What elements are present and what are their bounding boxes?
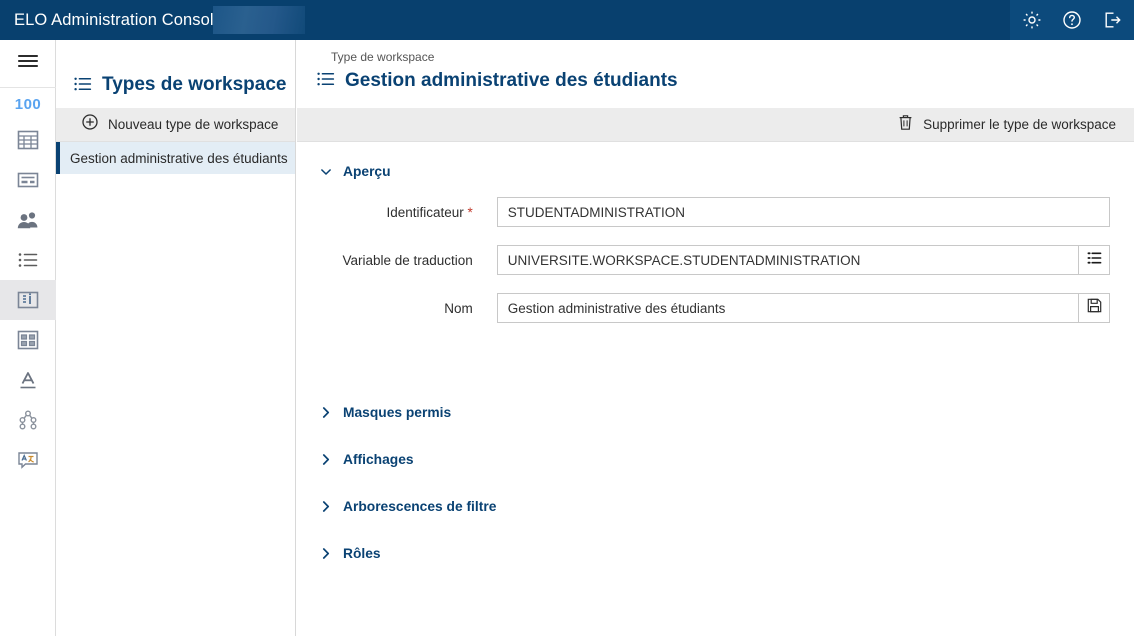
sidebar-item-users[interactable] xyxy=(0,200,56,240)
users-icon xyxy=(16,210,40,230)
workspace-types-header: Types de workspace xyxy=(56,40,295,108)
chevron-right-icon xyxy=(321,407,331,418)
sidebar-item-masks[interactable] xyxy=(0,120,56,160)
list-icon xyxy=(17,252,39,268)
section-roles-header[interactable]: Rôles xyxy=(321,530,1110,577)
field-variable-de-traduction: Variable de traduction xyxy=(321,245,1110,275)
section-masques-permis-header[interactable]: Masques permis xyxy=(321,389,1110,436)
list-item[interactable]: Gestion administrative des étudiants xyxy=(56,142,295,174)
list-icon xyxy=(317,72,335,91)
field-variable-de-traduction-label: Variable de traduction xyxy=(342,252,473,268)
field-nom-label: Nom xyxy=(444,300,473,316)
translation-icon xyxy=(17,451,39,469)
workspace-types-icon xyxy=(17,290,39,310)
chevron-right-icon xyxy=(321,548,331,559)
page-title: Gestion administrative des étudiants xyxy=(345,70,678,91)
variable-de-traduction-input[interactable] xyxy=(496,245,1079,275)
list-item-label: Gestion administrative des étudiants xyxy=(70,150,288,166)
delete-workspace-type-label: Supprimer le type de workspace xyxy=(923,117,1116,132)
sidebar-item-translations[interactable] xyxy=(0,440,56,480)
section-affichages-title: Affichages xyxy=(343,452,414,467)
detail-title-row: Gestion administrative des étudiants xyxy=(317,70,1134,92)
panel-title: Types de workspace xyxy=(102,74,287,95)
form-area: Aperçu Identificateur * Variable de trad… xyxy=(297,142,1134,577)
sidebar-item-views[interactable] xyxy=(0,320,56,360)
chevron-down-icon xyxy=(321,168,331,176)
icon-rail: 100 xyxy=(0,40,56,636)
chevron-right-icon xyxy=(321,501,331,512)
nom-input[interactable] xyxy=(496,293,1079,323)
section-arborescences-de-filtre-title: Arborescences de filtre xyxy=(343,499,497,514)
titlebar-actions xyxy=(1010,0,1134,40)
collapsed-sections: Masques permis Affichages Arborescences … xyxy=(321,389,1110,577)
detail-toolbar: Supprimer le type de workspace xyxy=(297,108,1134,142)
breadcrumb: Type de workspace xyxy=(331,50,435,64)
list-icon xyxy=(1087,251,1102,269)
section-overview-title: Aperçu xyxy=(343,164,391,179)
new-workspace-type-button[interactable]: Nouveau type de workspace xyxy=(56,108,295,142)
layout-icon xyxy=(17,330,39,350)
sidebar-item-forms[interactable] xyxy=(0,160,56,200)
redacted-region xyxy=(213,6,305,34)
section-roles-title: Rôles xyxy=(343,546,381,561)
logout-icon[interactable] xyxy=(1100,8,1124,32)
save-icon xyxy=(1087,298,1102,318)
save-name-button[interactable] xyxy=(1079,293,1110,323)
sidebar-item-workspace-types[interactable] xyxy=(0,280,56,320)
plus-circle-icon xyxy=(82,114,98,135)
list-icon xyxy=(74,77,92,96)
hamburger-icon xyxy=(17,53,39,74)
help-icon[interactable] xyxy=(1060,8,1084,32)
translation-variable-picker-button[interactable] xyxy=(1079,245,1110,275)
section-overview-header[interactable]: Aperçu xyxy=(321,164,1110,179)
field-nom: Nom xyxy=(321,293,1110,323)
text-icon xyxy=(17,370,39,390)
app-title: ELO Administration Console xyxy=(14,10,223,29)
title-bar: ELO Administration Console xyxy=(0,0,1134,40)
section-affichages-header[interactable]: Affichages xyxy=(321,436,1110,483)
field-identificateur-label: Identificateur * xyxy=(386,204,473,220)
sidebar-item-texts[interactable] xyxy=(0,360,56,400)
sidebar-item-organization[interactable] xyxy=(0,400,56,440)
workspace-types-panel: Types de workspace Nouveau type de works… xyxy=(56,40,296,636)
card-icon xyxy=(17,171,39,189)
menu-toggle-button[interactable] xyxy=(0,40,56,88)
detail-header: Type de workspace Gestion administrative… xyxy=(297,40,1134,108)
trash-icon xyxy=(898,114,913,136)
sidebar-item-keywords[interactable] xyxy=(0,240,56,280)
required-marker: * xyxy=(463,204,473,220)
chevron-right-icon xyxy=(321,454,331,465)
delete-workspace-type-button[interactable]: Supprimer le type de workspace xyxy=(898,114,1116,136)
field-identificateur: Identificateur * xyxy=(321,197,1110,227)
settings-icon[interactable] xyxy=(1020,8,1044,32)
identificateur-input[interactable] xyxy=(496,197,1110,227)
hierarchy-icon xyxy=(17,410,39,430)
table-icon xyxy=(17,130,39,150)
rail-count-badge: 100 xyxy=(14,95,42,113)
new-workspace-type-label: Nouveau type de workspace xyxy=(108,117,279,132)
detail-panel: Type de workspace Gestion administrative… xyxy=(297,40,1134,636)
section-arborescences-de-filtre-header[interactable]: Arborescences de filtre xyxy=(321,483,1110,530)
section-masques-permis-title: Masques permis xyxy=(343,405,452,420)
